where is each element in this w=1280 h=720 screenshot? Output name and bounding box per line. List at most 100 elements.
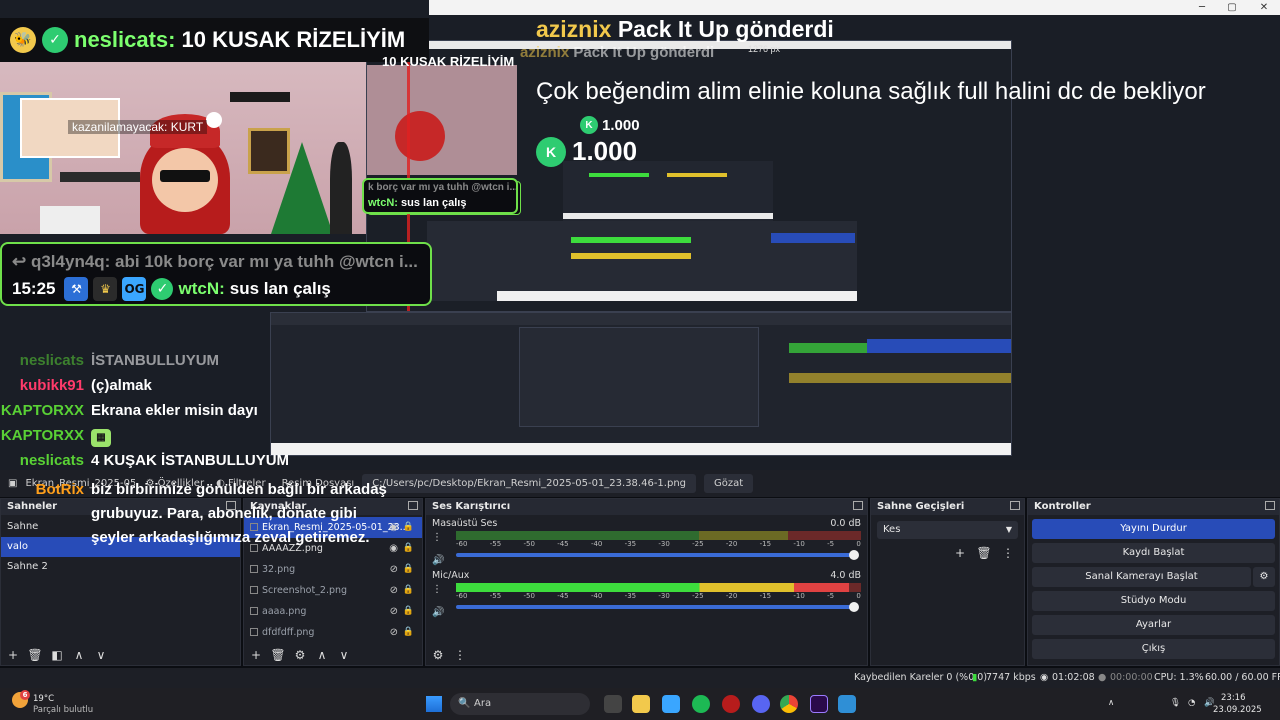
image-icon (250, 586, 258, 594)
tray-wifi-icon[interactable]: ◔ (1188, 698, 1195, 708)
start-recording-button[interactable]: Kaydı Başlat (1032, 543, 1275, 563)
lock-icon[interactable]: 🔒 (403, 622, 414, 643)
eye-off-icon[interactable]: ⊘ (390, 580, 398, 601)
mixer-channel-desktop: Masaüstü Ses 0.0 dB ⋮ -60 -55 -50 -45 -40 -35-… (426, 517, 867, 569)
undock-icon[interactable] (408, 501, 418, 510)
meter-tick: -30 (658, 592, 670, 600)
chat-message: sus lan çalış (229, 279, 331, 298)
meter-tick: -50 (523, 540, 535, 548)
undock-icon[interactable] (853, 501, 863, 510)
chat-reply-preview: ↩ q3l4yn4q: abi 10k borç var mı ya tuhh … (12, 252, 418, 271)
file-path-field[interactable]: C:/Users/pc/Desktop/Ekran_Resmi_2025-05-… (362, 474, 697, 493)
donation-alert: aziznix Pack It Up gönderdi (536, 16, 834, 42)
premiere-icon[interactable] (810, 695, 828, 713)
og-badge-icon: OG (122, 277, 147, 301)
exit-button[interactable]: Çıkış (1032, 639, 1275, 659)
image-icon (250, 628, 258, 636)
file-explorer-icon[interactable] (632, 695, 650, 713)
tray-mic-icon[interactable]: 🎙 (1170, 698, 1181, 708)
discord-icon[interactable] (752, 695, 770, 713)
bitrate: 7747 kbps (986, 672, 1036, 683)
task-view-icon[interactable] (604, 695, 622, 713)
lock-icon[interactable]: 🔒 (403, 517, 414, 538)
volume-slider[interactable] (456, 550, 859, 560)
widgets-icon[interactable] (662, 695, 680, 713)
settings-button[interactable]: Ayarlar (1032, 615, 1275, 635)
meter-tick: -35 (624, 540, 637, 548)
px-label: 1276 px (748, 44, 781, 54)
app-icon[interactable] (722, 695, 740, 713)
source-item[interactable]: dfdfdff.png ⊘ 🔒 (244, 622, 422, 643)
clock-date[interactable]: 23.09.2025 (1213, 705, 1262, 715)
trash-icon[interactable]: 🗑 (270, 647, 286, 663)
gear-icon[interactable]: ⚙ (292, 647, 308, 663)
meter-tick: 0 (856, 540, 861, 548)
kick-amount: K 1.000 (536, 136, 637, 167)
add-icon[interactable]: + (952, 545, 968, 561)
obs-preview[interactable]: ─ ▢ ✕ aziznix Pack It Up gönderdi azizni… (0, 0, 1280, 470)
stop-streaming-button[interactable]: Yayını Durdur (1032, 519, 1275, 539)
spotify-icon[interactable] (692, 695, 710, 713)
gear-icon[interactable]: ⚙ (430, 647, 446, 663)
trash-icon[interactable]: 🗑 (976, 545, 992, 561)
meter-tick: -15 (759, 540, 772, 548)
meter-tick: -60 (456, 592, 468, 600)
eye-off-icon[interactable]: ⊘ (390, 601, 398, 622)
eye-off-icon[interactable]: ⊘ (390, 622, 398, 643)
start-virtual-camera-button[interactable]: Sanal Kamerayı Başlat (1032, 567, 1251, 587)
virtual-camera-gear-icon[interactable]: ⚙ (1253, 567, 1275, 587)
chat-row: neslicats 4 KUŞAK İSTANBULLUYUM (19, 452, 290, 469)
windows-start-icon[interactable] (426, 696, 442, 712)
taskbar-search[interactable]: 🔍 Ara (450, 693, 590, 715)
notification-badge: 6 (20, 690, 30, 700)
undock-icon[interactable] (1010, 501, 1020, 510)
volume-slider[interactable] (456, 602, 859, 612)
source-item[interactable]: 32.png ⊘ 🔒 (244, 559, 422, 580)
chrome-icon[interactable] (780, 695, 798, 713)
arrow-up-icon[interactable]: ∧ (314, 647, 330, 663)
eye-off-icon[interactable]: ⊘ (390, 559, 398, 580)
meter-tick: -20 (725, 540, 738, 548)
transition-select[interactable]: Kes ▼ (877, 521, 1018, 539)
arrow-down-icon[interactable]: ∨ (93, 647, 109, 663)
maximize-button[interactable]: ▢ (1221, 0, 1243, 15)
studio-mode-button[interactable]: Stüdyo Modu (1032, 591, 1275, 611)
kebab-menu-icon[interactable]: ⋮ (432, 584, 442, 595)
browse-button[interactable]: Gözat (704, 474, 754, 493)
minimize-button[interactable]: ─ (1191, 0, 1213, 15)
volume-meter (456, 531, 861, 540)
chat-row: kubikk91 (ç)almak (19, 377, 152, 394)
lock-icon[interactable]: 🔒 (403, 559, 414, 580)
undock-icon[interactable] (1265, 501, 1275, 510)
speaker-icon[interactable]: 🔊 (432, 607, 444, 618)
scene-item[interactable]: Sahne 2 (1, 557, 240, 577)
lock-icon[interactable]: 🔒 (403, 580, 414, 601)
crown-badge-icon: ♛ (93, 277, 118, 301)
donation-alert-echo: aziznix Pack It Up gönderdi (520, 44, 715, 61)
add-icon[interactable]: + (5, 647, 21, 663)
trash-icon[interactable]: 🗑 (27, 647, 43, 663)
arrow-down-icon[interactable]: ∨ (336, 647, 352, 663)
close-button[interactable]: ✕ (1253, 0, 1275, 15)
speaker-icon[interactable]: 🔊 (432, 555, 444, 566)
chat-overlay: neslicats İSTANBULLUYUM kubikk91 (ç)alma… (0, 352, 420, 470)
stream-icon: ◉ (1040, 672, 1049, 683)
channel-name: Masaüstü Ses (432, 518, 498, 529)
lock-icon[interactable]: 🔒 (403, 601, 414, 622)
source-item[interactable]: aaaa.png ⊘ 🔒 (244, 601, 422, 622)
chat-message-row: 15:25 ⚒ ♛ OG ✓ wtcN: sus lan çalış (12, 277, 331, 301)
add-icon[interactable]: + (248, 647, 264, 663)
signal-icon: ▮ (972, 672, 978, 683)
kebab-menu-icon[interactable]: ⋮ (1000, 545, 1016, 561)
arrow-up-icon[interactable]: ∧ (71, 647, 87, 663)
clock-time[interactable]: 23:16 (1221, 693, 1246, 703)
kebab-menu-icon[interactable]: ⋮ (452, 647, 468, 663)
lock-icon[interactable]: 🔒 (403, 538, 414, 559)
tray-chevron-icon[interactable]: ∧ (1108, 698, 1114, 708)
source-item[interactable]: Screenshot_2.png ⊘ 🔒 (244, 580, 422, 601)
filters-icon[interactable]: ◧ (49, 647, 65, 663)
channel-db: 0.0 dB (830, 518, 861, 529)
photos-icon[interactable] (838, 695, 856, 713)
kebab-menu-icon[interactable]: ⋮ (432, 532, 442, 543)
source-tools: + 🗑 ⚙ ∧ ∨ (248, 647, 352, 663)
